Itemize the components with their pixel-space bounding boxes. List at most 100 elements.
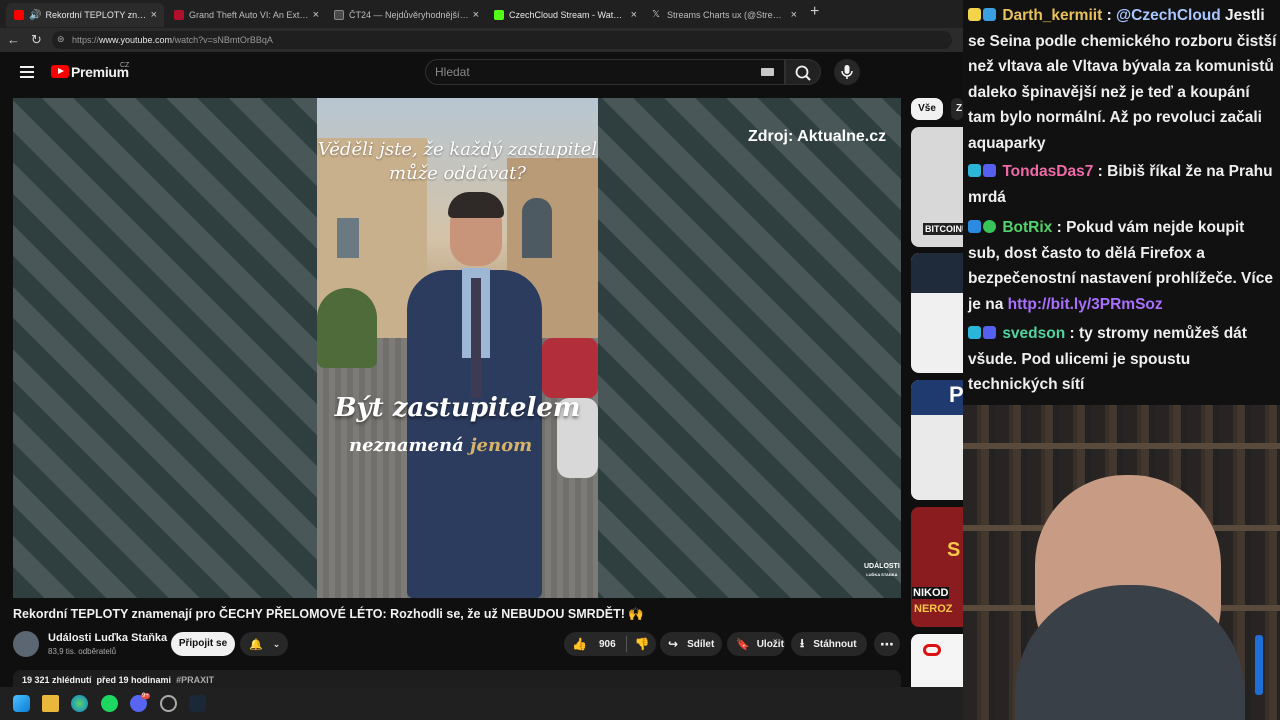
channel-name[interactable]: Události Luďka Staňka [48, 632, 167, 644]
url-path: /watch?v=sNBmtOrBBqA [172, 35, 273, 45]
subscriber-badge-icon [968, 8, 981, 21]
voice-search-button[interactable] [834, 59, 860, 85]
channel-watermark: UDÁLOSTI LUĎKA STAŇKA [864, 563, 900, 579]
thumb-text: NEROZ [914, 603, 953, 615]
like-dislike-group: 👍 906 👎 [564, 632, 656, 656]
obs-icon[interactable] [160, 695, 177, 712]
hamburger-menu-icon[interactable] [20, 64, 34, 78]
chat-message: TondasDas7 : Bibiš říkal že na Prahu mrd… [968, 159, 1278, 210]
chat-separator: : [1106, 7, 1112, 24]
like-count[interactable]: 906 [599, 639, 616, 650]
subscriber-badge-icon [968, 326, 981, 339]
chat-separator: : [1069, 325, 1075, 342]
watermark-text: UDÁLOSTI [864, 563, 900, 570]
video-caption-top: Věděli jste, že každý zastupitel může od… [317, 139, 598, 184]
subscribed-notifications-button[interactable]: 🔔 ⌄ [240, 632, 288, 656]
search-icon [795, 65, 811, 81]
related-video-thumb-1[interactable]: BITCOINU [911, 127, 963, 247]
search-input[interactable]: Hledat [425, 59, 785, 85]
thumb-text: P [949, 382, 963, 407]
chat-message: Darth_kermiit : @CzechCloud Jestli se Se… [968, 3, 1278, 156]
channel-avatar[interactable] [13, 631, 39, 657]
gift-badge-icon [983, 164, 996, 177]
related-video-thumb-3[interactable]: P [911, 380, 963, 500]
bot-badge-icon [968, 220, 981, 233]
related-video-thumb-5[interactable] [911, 634, 963, 687]
keyboard-icon[interactable] [761, 68, 774, 76]
video-title: Rekordní TEPLOTY znamenají pro ČECHY PŘE… [13, 607, 644, 621]
thumb-text: NIKOD [912, 587, 950, 599]
chip-2[interactable]: Z [951, 98, 963, 120]
tab-close-icon[interactable]: × [147, 9, 164, 21]
share-label: Sdílet [687, 638, 715, 650]
tab-kick-stream[interactable]: CzechCloud Stream - Watch Live o × [486, 3, 644, 27]
x-favicon-icon: 𝕏 [652, 9, 661, 20]
share-button[interactable]: ↪ Sdílet [660, 632, 722, 656]
new-tab-button[interactable]: + [810, 3, 819, 21]
thumb-text: BITCOINU [923, 223, 963, 235]
caption-word: neznamená [349, 435, 464, 456]
subscriber-badge-icon [968, 164, 981, 177]
site-info-icon[interactable]: ⊜ [57, 34, 65, 45]
chat-username[interactable]: svedson [1002, 325, 1065, 342]
tab-youtube[interactable]: 🔊 Rekordní TEPLOTY znamenají × [6, 3, 164, 27]
ct24-favicon-icon [334, 10, 344, 20]
video-stats: 19 321 zhlédnutí před 19 hodinami #PRAXI… [22, 675, 214, 685]
tab-ct24[interactable]: ČT24 — Nejdůvěryhodnější zprav × [326, 3, 486, 27]
video-caption-sub: neznamená jenom [349, 435, 532, 456]
chip-all[interactable]: Vše [911, 98, 943, 120]
more-actions-icon[interactable]: ⋯ [874, 632, 900, 656]
join-button[interactable]: Připojit se [171, 632, 235, 656]
reload-icon[interactable]: ↻ [31, 32, 42, 48]
url-field[interactable]: https://www.youtube.com/watch?v=sNBmtOrB… [52, 31, 952, 49]
youtube-favicon-icon [14, 10, 24, 20]
gift-badge-icon [983, 8, 996, 21]
save-button[interactable]: 🔖 Uložit [727, 632, 785, 656]
kick-favicon-icon [494, 10, 504, 20]
tab-close-icon[interactable]: × [469, 9, 486, 21]
hashtag-link[interactable]: #PRAXIT [176, 675, 214, 685]
download-label: Stáhnout [813, 638, 857, 650]
tab-streams-charts[interactable]: 𝕏 Streams Charts ux (@StreamsCha × [644, 3, 804, 27]
chat-username[interactable]: BotRix [1002, 219, 1052, 236]
related-video-thumb-4[interactable]: S NIKOD NEROZ [911, 507, 963, 627]
download-button[interactable]: ⭳ Stáhnout [791, 632, 867, 656]
file-explorer-icon[interactable] [42, 695, 59, 712]
save-label: Uložit [756, 638, 784, 650]
source-watermark: Zdroj: Aktualne.cz [748, 128, 887, 145]
chat-message: BotRix : Pokud vám nejde koupit sub, dos… [968, 215, 1278, 317]
thumbs-up-icon[interactable]: 👍 [572, 637, 587, 651]
download-icon: ⭳ [800, 635, 805, 650]
chat-mention[interactable]: @CzechCloud [1116, 7, 1221, 24]
tab-close-icon[interactable]: × [787, 9, 804, 21]
view-count: 19 321 zhlédnutí [22, 675, 92, 685]
caption-word-highlight: jenom [470, 435, 533, 456]
back-arrow-icon[interactable]: ← [7, 32, 20, 47]
tab-close-icon[interactable]: × [627, 9, 644, 21]
thumbs-down-icon[interactable]: 👎 [635, 637, 650, 651]
video-frame[interactable]: Věděli jste, že každý zastupitel může od… [317, 98, 598, 598]
speaker-icon[interactable]: 🔊 [29, 10, 41, 21]
spotify-icon[interactable] [101, 695, 118, 712]
tab-gta[interactable]: Grand Theft Auto VI: An Extended × [166, 3, 326, 27]
verified-badge-icon [983, 220, 996, 233]
windows-start-icon[interactable] [13, 695, 30, 712]
url-prefix: https:// [72, 35, 100, 45]
edge-browser-icon[interactable] [71, 695, 88, 712]
share-icon: ↪ [668, 637, 679, 651]
chat-separator: : [1097, 163, 1103, 180]
tab-close-icon[interactable]: × [309, 9, 326, 21]
chat-username[interactable]: Darth_kermiit [1002, 7, 1102, 24]
gift-badge-icon [983, 326, 996, 339]
related-video-thumb-2[interactable] [911, 253, 963, 373]
bell-icon: 🔔 [249, 638, 263, 651]
search-button[interactable] [785, 59, 821, 85]
youtube-logo-icon[interactable] [51, 65, 69, 78]
chat-separator: : [1056, 219, 1062, 236]
divider [625, 636, 627, 652]
bookmark-icon: 🔖 [736, 638, 750, 651]
chat-link[interactable]: http://bit.ly/3PRmSoz [1008, 296, 1163, 313]
steam-icon[interactable] [189, 695, 206, 712]
cd-logo-icon [923, 644, 941, 656]
chat-username[interactable]: TondasDas7 [1002, 163, 1093, 180]
